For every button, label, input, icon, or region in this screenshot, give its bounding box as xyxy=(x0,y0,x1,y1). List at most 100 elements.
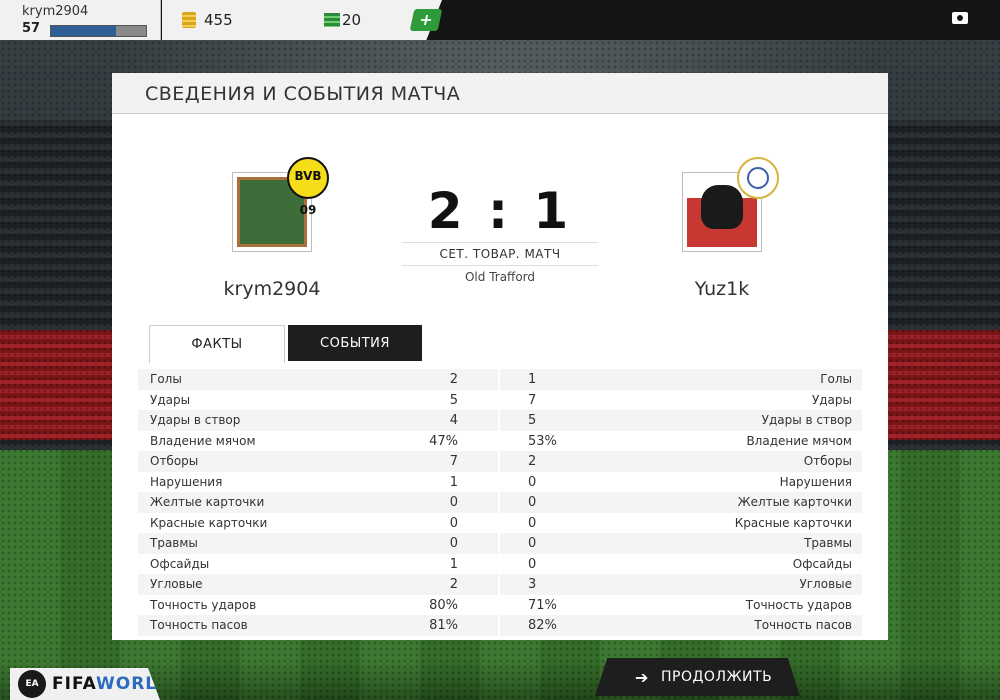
stat-label-away: Точность ударов xyxy=(745,597,852,612)
home-team: BVB 09 krym2904 xyxy=(172,157,372,300)
stat-label-home: Удары xyxy=(150,392,191,407)
stat-value-home: 7 xyxy=(449,454,458,469)
stat-home-cell: Голы 2 xyxy=(138,369,498,390)
stat-value-away: 2 xyxy=(528,454,537,469)
match-venue: Old Trafford xyxy=(464,270,535,284)
away-avatar xyxy=(682,157,779,252)
stat-label-home: Точность пасов xyxy=(150,618,248,632)
stat-label-away: Травмы xyxy=(804,536,852,550)
coins-display: 455 xyxy=(162,0,312,40)
stat-away-cell: 5 Удары в створ xyxy=(500,410,862,431)
stat-away-cell: 82% Точность пасов xyxy=(500,615,862,636)
username: krym2904 xyxy=(22,4,89,19)
stat-value-away: 82% xyxy=(528,618,557,633)
stat-value-home: 4 xyxy=(449,413,458,428)
stat-row: Владение мячом 47% 53% Владение мячом xyxy=(138,430,862,452)
stat-away-cell: 1 Голы xyxy=(500,369,862,390)
stat-home-cell: Красные карточки 0 xyxy=(138,513,498,534)
stat-away-cell: 0 Красные карточки xyxy=(500,513,862,534)
stat-label-home: Удары в створ xyxy=(150,413,241,427)
stat-value-home: 1 xyxy=(449,556,458,572)
stat-value-away: 0 xyxy=(528,474,537,490)
stat-value-away: 5 xyxy=(528,413,537,428)
stat-value-away: 1 xyxy=(528,372,537,387)
stat-label-home: Точность ударов xyxy=(150,597,257,612)
stat-home-cell: Офсайды 1 xyxy=(138,554,498,575)
stat-row: Удары в створ 4 5 Удары в створ xyxy=(138,410,862,431)
continue-button[interactable]: ➔ ПРОДОЛЖИТЬ xyxy=(595,658,800,696)
stat-label-home: Владение мячом xyxy=(150,433,256,448)
stat-label-away: Точность пасов xyxy=(754,618,852,632)
stat-label-away: Отборы xyxy=(803,454,852,468)
stat-value-home: 1 xyxy=(449,474,458,490)
stat-row: Точность ударов 80% 71% Точность ударов xyxy=(138,594,862,616)
stat-label-away: Красные карточки xyxy=(734,515,852,530)
stat-label-home: Нарушения xyxy=(150,474,223,489)
match-type: СЕТ. ТОВАР. МАТЧ xyxy=(402,242,598,266)
stat-row: Угловые 2 3 Угловые xyxy=(138,574,862,595)
stat-home-cell: Удары в створ 4 xyxy=(138,410,498,431)
stat-away-cell: 2 Отборы xyxy=(500,451,862,472)
stat-value-home: 5 xyxy=(449,392,458,408)
stat-home-cell: Травмы 0 xyxy=(138,533,498,554)
stat-value-home: 47% xyxy=(429,433,458,449)
tab-events[interactable]: СОБЫТИЯ xyxy=(288,325,422,361)
match-panel: BVB 09 krym2904 2 : 1 СЕТ. ТОВАР. МАТЧ O… xyxy=(112,114,888,640)
stat-home-cell: Угловые 2 xyxy=(138,574,498,595)
stat-away-cell: 0 Офсайды xyxy=(500,554,862,575)
fifa-world-logo: EA FIFAWORLD xyxy=(10,668,160,700)
stat-label-home: Угловые xyxy=(150,577,203,591)
stat-away-cell: 7 Удары xyxy=(500,390,862,411)
stat-value-home: 81% xyxy=(429,618,458,633)
user-profile[interactable]: krym2904 57 xyxy=(0,0,161,40)
stat-home-cell: Удары 5 xyxy=(138,390,498,411)
arrow-right-icon: ➔ xyxy=(635,668,649,687)
stat-label-home: Отборы xyxy=(150,454,199,468)
camera-icon[interactable] xyxy=(952,12,968,24)
stat-label-away: Голы xyxy=(820,372,852,386)
stat-value-away: 53% xyxy=(528,433,557,449)
stat-value-home: 2 xyxy=(449,372,458,387)
stats-table: Голы 2 1 Голы Удары 5 7 Удары Удары в створ 4 5 Уда… xyxy=(138,369,862,636)
stat-value-away: 3 xyxy=(528,577,537,592)
points-value: 20 xyxy=(342,11,362,29)
stat-away-cell: 3 Угловые xyxy=(500,574,862,595)
stat-value-home: 80% xyxy=(429,597,458,613)
add-points-button[interactable]: + xyxy=(409,9,443,31)
stat-row: Точность пасов 81% 82% Точность пасов xyxy=(138,615,862,636)
home-club-crest: BVB 09 xyxy=(287,157,329,217)
tab-facts[interactable]: ФАКТЫ xyxy=(149,325,285,363)
stat-home-cell: Владение мячом 47% xyxy=(138,431,498,452)
coins-value: 455 xyxy=(204,11,233,29)
top-bar: krym2904 57 455 20 + xyxy=(0,0,1000,40)
coins-icon xyxy=(182,12,196,28)
stat-value-home: 0 xyxy=(449,536,458,551)
stat-label-away: Желтые карточки xyxy=(737,495,852,509)
stat-home-cell: Желтые карточки 0 xyxy=(138,492,498,513)
user-level: 57 xyxy=(22,21,41,36)
stat-label-away: Угловые xyxy=(799,577,852,591)
stat-label-home: Красные карточки xyxy=(150,515,268,530)
stat-row: Офсайды 1 0 Офсайды xyxy=(138,553,862,575)
stat-value-away: 0 xyxy=(528,495,537,510)
stat-away-cell: 0 Травмы xyxy=(500,533,862,554)
home-avatar: BVB 09 xyxy=(232,157,329,252)
ea-sports-logo: EA xyxy=(18,670,46,698)
stat-home-cell: Точность ударов 80% xyxy=(138,595,498,616)
xp-progress-fill xyxy=(51,26,116,36)
stat-home-cell: Точность пасов 81% xyxy=(138,615,498,636)
stat-value-away: 7 xyxy=(528,392,537,408)
points-icon xyxy=(324,13,340,27)
stat-row: Отборы 7 2 Отборы xyxy=(138,451,862,472)
home-team-name: krym2904 xyxy=(223,278,321,300)
stat-home-cell: Нарушения 1 xyxy=(138,472,498,493)
stat-label-home: Желтые карточки xyxy=(150,495,265,509)
stat-row: Удары 5 7 Удары xyxy=(138,389,862,411)
away-team-name: Yuz1k xyxy=(694,278,750,300)
stat-label-away: Удары в створ xyxy=(761,413,852,427)
stat-home-cell: Отборы 7 xyxy=(138,451,498,472)
stat-value-home: 2 xyxy=(449,577,458,592)
stat-away-cell: 0 Желтые карточки xyxy=(500,492,862,513)
stat-value-away: 71% xyxy=(528,597,557,613)
stat-label-home: Офсайды xyxy=(150,556,210,571)
